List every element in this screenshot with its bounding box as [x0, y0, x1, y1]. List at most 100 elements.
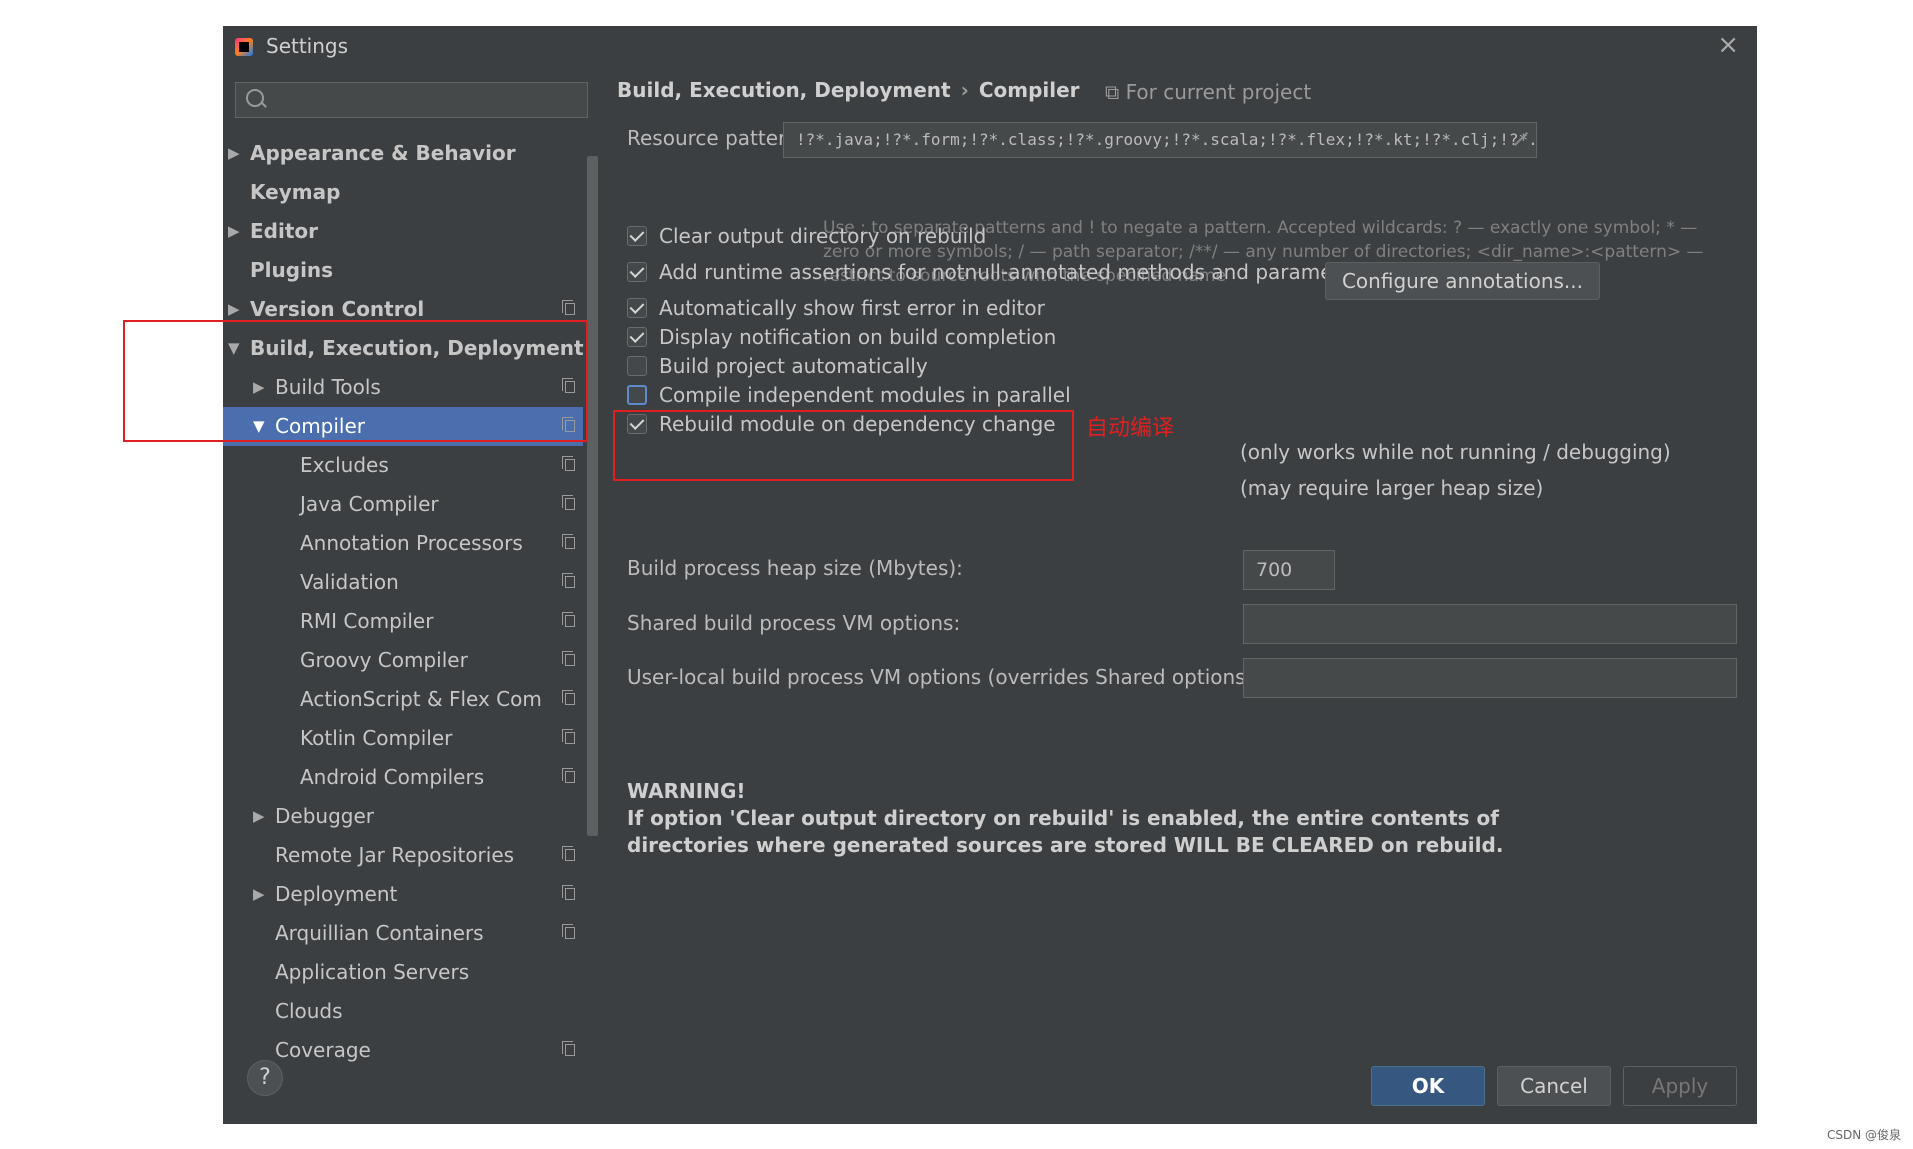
scope-indicator: ⧉ For current project	[1105, 80, 1311, 104]
settings-tree: ▶ Appearance & Behavior Keymap ▶ Editor Plugi…	[223, 134, 584, 1070]
dialog-footer: ? OK Cancel Apply	[223, 1026, 1757, 1124]
clear-output-dir-checkbox[interactable]	[627, 226, 647, 246]
shared-vm-options-label: Shared build process VM options:	[627, 611, 961, 635]
sidebar-item-label: Validation	[300, 570, 399, 594]
sidebar-item-remote-jar-repositories[interactable]: Remote Jar Repositories	[223, 836, 583, 875]
apply-button[interactable]: Apply	[1623, 1066, 1737, 1106]
collapsed-arrow-icon[interactable]: ▶	[253, 875, 265, 914]
sidebar-item-kotlin-compiler[interactable]: Kotlin Compiler	[223, 719, 583, 758]
project-scope-icon	[562, 846, 575, 861]
project-scope-icon	[562, 495, 575, 510]
clear-output-dir-label: Clear output directory on rebuild	[659, 224, 987, 248]
title-bar: Settings ×	[223, 26, 1757, 68]
breadcrumb-parent[interactable]: Build, Execution, Deployment	[617, 78, 951, 102]
resource-patterns-field[interactable]: !?*.java;!?*.form;!?*.class;!?*.groovy;!…	[783, 122, 1537, 158]
sidebar-item-label: Arquillian Containers	[275, 921, 484, 945]
sidebar-item-appearance-behavior[interactable]: ▶ Appearance & Behavior	[223, 134, 583, 173]
warning-body: If option 'Clear output directory on reb…	[627, 806, 1504, 857]
project-scope-icon	[562, 612, 575, 627]
close-icon[interactable]: ×	[1717, 30, 1739, 60]
sidebar-item-label: Android Compilers	[300, 765, 485, 789]
resource-patterns-value: !?*.java;!?*.form;!?*.class;!?*.groovy;!…	[796, 130, 1537, 149]
sidebar-item-arquillian-containers[interactable]: Arquillian Containers	[223, 914, 583, 953]
sidebar-item-label: Annotation Processors	[300, 531, 523, 555]
sidebar-item-keymap[interactable]: Keymap	[223, 173, 583, 212]
runtime-assertions-checkbox[interactable]	[627, 262, 647, 282]
compile-parallel-checkbox[interactable]	[627, 385, 647, 405]
sidebar-item-deployment[interactable]: ▶ Deployment	[223, 875, 583, 914]
show-first-error-label: Automatically show first error in editor	[659, 296, 1045, 320]
project-scope-icon	[562, 300, 575, 315]
sidebar-item-label: Plugins	[250, 258, 334, 282]
breadcrumb-separator: ›	[960, 78, 969, 102]
sidebar-highlight-box	[123, 320, 588, 442]
sidebar-item-annotation-processors[interactable]: Annotation Processors	[223, 524, 583, 563]
search-box[interactable]	[235, 82, 588, 119]
parallel-compile-note: (may require larger heap size)	[1240, 476, 1544, 500]
configure-annotations-button[interactable]: Configure annotations...	[1325, 262, 1600, 300]
sidebar-item-rmi-compiler[interactable]: RMI Compiler	[223, 602, 583, 641]
sidebar-item-label: Excludes	[300, 453, 389, 477]
sidebar-item-android-compilers[interactable]: Android Compilers	[223, 758, 583, 797]
options-highlight-box	[613, 410, 1074, 481]
sidebar-item-actionscript-flex-com[interactable]: ActionScript & Flex Com	[223, 680, 583, 719]
project-scope-icon: ⧉	[1105, 80, 1120, 104]
sidebar-item-java-compiler[interactable]: Java Compiler	[223, 485, 583, 524]
project-scope-icon	[562, 651, 575, 666]
breadcrumb-current: Compiler	[978, 78, 1080, 102]
sidebar-item-label: Keymap	[250, 180, 341, 204]
sidebar-item-groovy-compiler[interactable]: Groovy Compiler	[223, 641, 583, 680]
user-vm-options-field[interactable]	[1243, 658, 1737, 698]
project-scope-icon	[562, 768, 575, 783]
sidebar-item-label: Application Servers	[275, 960, 470, 984]
runtime-assertions-label: Add runtime assertions for notnull-annot…	[659, 260, 1372, 284]
collapsed-arrow-icon[interactable]: ▶	[228, 212, 240, 251]
sidebar-item-label: Java Compiler	[300, 492, 439, 516]
collapsed-arrow-icon[interactable]: ▶	[253, 797, 265, 836]
project-scope-icon	[562, 885, 575, 900]
settings-sidebar: ▶ Appearance & Behavior Keymap ▶ Editor Plugi…	[223, 68, 598, 1068]
sidebar-item-label: Groovy Compiler	[300, 648, 468, 672]
sidebar-item-label: Deployment	[275, 882, 398, 906]
sidebar-item-excludes[interactable]: Excludes	[223, 446, 583, 485]
build-notification-label: Display notification on build completion	[659, 325, 1057, 349]
auto-compile-annotation: 自动编译	[1086, 416, 1175, 441]
sidebar-item-label: Appearance & Behavior	[250, 141, 516, 165]
project-scope-icon	[562, 729, 575, 744]
expand-icon[interactable]	[1512, 131, 1528, 147]
cancel-button[interactable]: Cancel	[1497, 1066, 1611, 1106]
collapsed-arrow-icon[interactable]: ▶	[228, 134, 240, 173]
search-icon	[246, 89, 264, 107]
heap-size-field[interactable]: 700	[1243, 550, 1335, 590]
build-automatically-checkbox[interactable]	[627, 356, 647, 376]
sidebar-item-validation[interactable]: Validation	[223, 563, 583, 602]
breadcrumb: Build, Execution, Deployment › Compiler	[617, 78, 1080, 102]
heap-size-label: Build process heap size (Mbytes):	[627, 556, 963, 580]
project-scope-icon	[562, 534, 575, 549]
build-notification-checkbox[interactable]	[627, 327, 647, 347]
project-scope-icon	[562, 456, 575, 471]
sidebar-item-application-servers[interactable]: Application Servers	[223, 953, 583, 992]
project-scope-icon	[562, 690, 575, 705]
show-first-error-checkbox[interactable]	[627, 298, 647, 318]
compiler-settings-panel: Build, Execution, Deployment › Compiler ⧉ …	[613, 68, 1753, 1068]
sidebar-item-label: Kotlin Compiler	[300, 726, 453, 750]
sidebar-item-editor[interactable]: ▶ Editor	[223, 212, 583, 251]
sidebar-item-label: Debugger	[275, 804, 374, 828]
ok-button[interactable]: OK	[1371, 1066, 1485, 1106]
sidebar-item-label: ActionScript & Flex Com	[300, 687, 542, 711]
warning-message: WARNING! If option 'Clear output directo…	[627, 778, 1627, 859]
search-input[interactable]	[272, 83, 576, 119]
sidebar-scrollbar[interactable]	[587, 156, 598, 836]
sidebar-item-plugins[interactable]: Plugins	[223, 251, 583, 290]
sidebar-item-label: Editor	[250, 219, 318, 243]
scope-label: For current project	[1125, 80, 1312, 104]
sidebar-item-label: RMI Compiler	[300, 609, 434, 633]
shared-vm-options-field[interactable]	[1243, 604, 1737, 644]
sidebar-item-debugger[interactable]: ▶ Debugger	[223, 797, 583, 836]
watermark: CSDN @俊泉	[1826, 1128, 1901, 1142]
window-title: Settings	[266, 34, 349, 58]
help-button[interactable]: ?	[247, 1060, 283, 1096]
compile-parallel-label: Compile independent modules in parallel	[659, 383, 1071, 407]
sidebar-item-label: Remote Jar Repositories	[275, 843, 515, 867]
